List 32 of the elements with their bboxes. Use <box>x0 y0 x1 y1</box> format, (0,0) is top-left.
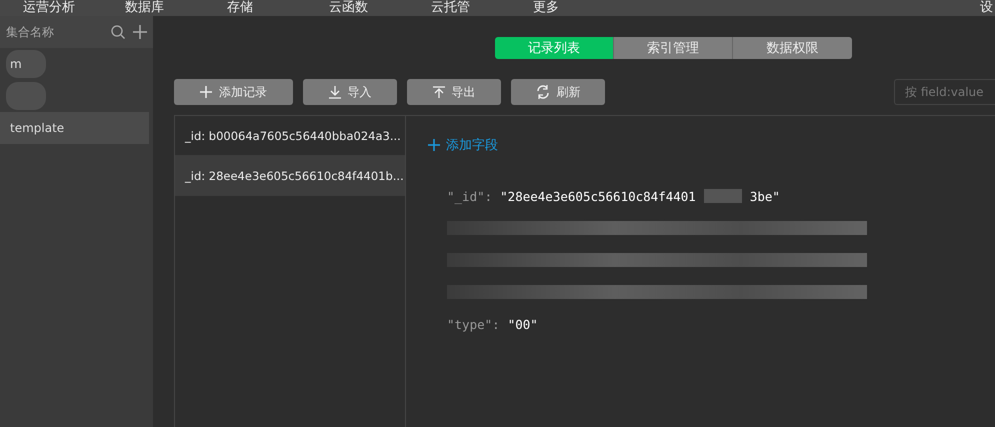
field-value: "28ee4e3e605c56610c84f4401 <box>500 188 696 204</box>
nav-item[interactable]: 云函数 <box>329 1 431 14</box>
toolbar-button[interactable]: 导入 <box>303 79 397 105</box>
upload-icon <box>432 86 444 98</box>
collection-item[interactable]: m <box>10 57 22 71</box>
field-value: 3be" <box>750 188 780 204</box>
nav-item[interactable]: 运营分析 <box>23 1 125 14</box>
field-key: "type": <box>447 316 500 332</box>
refresh-icon <box>536 85 550 99</box>
nav-item[interactable]: 云托管 <box>431 1 533 14</box>
plus-icon <box>200 86 212 98</box>
record-item[interactable]: _id: 28ee4e3e605c56610c84f4401b... <box>175 156 405 196</box>
nav-item[interactable]: 更多 <box>533 1 635 14</box>
nav-item[interactable]: 数据库 <box>125 1 227 14</box>
toolbar-button[interactable]: 刷新 <box>511 79 605 105</box>
tab[interactable]: 数据权限 <box>733 37 852 59</box>
collection-item[interactable]: template <box>0 112 149 144</box>
download-icon <box>328 86 340 98</box>
add-icon[interactable] <box>133 25 147 39</box>
field-key: "_id": <box>447 188 492 204</box>
tab[interactable]: 索引管理 <box>614 37 733 59</box>
add-field-button[interactable]: 添加字段 <box>428 136 498 154</box>
toolbar-button[interactable]: 添加记录 <box>174 79 293 105</box>
search-field[interactable]: 按 field:value <box>894 79 995 105</box>
redaction-blur <box>704 189 742 203</box>
plus-icon <box>428 139 440 151</box>
sidebar-title: 集合名称 <box>6 24 55 40</box>
field-value: "00" <box>508 316 538 332</box>
search-icon[interactable] <box>111 25 125 39</box>
nav-item[interactable]: 存储 <box>227 1 329 14</box>
toolbar-button[interactable]: 导出 <box>407 79 501 105</box>
settings-link[interactable]: 设 <box>980 1 993 14</box>
